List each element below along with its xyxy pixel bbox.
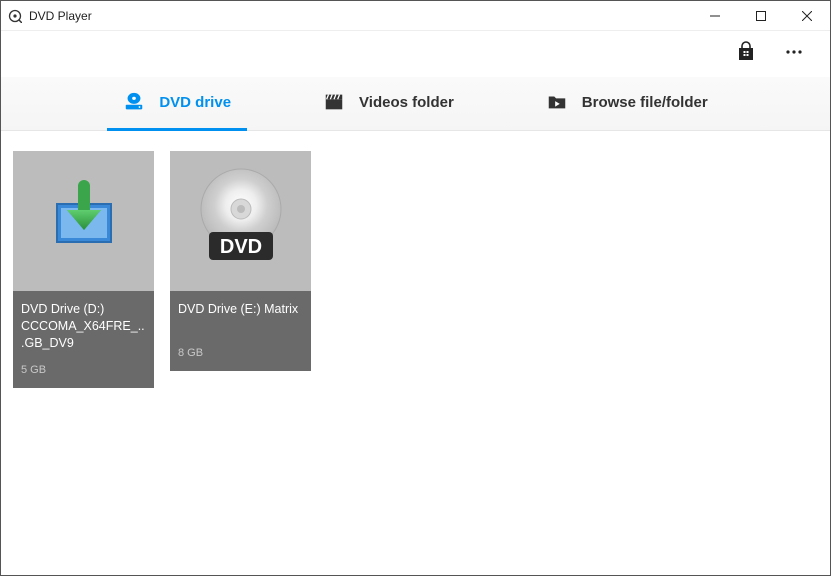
maximize-button[interactable] <box>738 1 784 31</box>
tab-videos-folder[interactable]: Videos folder <box>307 77 470 131</box>
drive-size: 8 GB <box>178 347 303 359</box>
tabs: DVD drive Videos folder Browse file/fold… <box>1 77 830 131</box>
drive-title: DVD Drive (E:) Matrix <box>178 301 303 335</box>
more-icon <box>784 42 804 67</box>
minimize-button[interactable] <box>692 1 738 31</box>
toolbar <box>1 31 830 77</box>
clapperboard-icon <box>323 91 345 113</box>
svg-text:DVD: DVD <box>219 236 261 258</box>
drive-info: DVD Drive (E:) Matrix 8 GB <box>170 291 311 371</box>
drive-thumbnail: DVD <box>170 151 311 291</box>
tab-browse[interactable]: Browse file/folder <box>530 77 724 131</box>
store-button[interactable] <box>726 34 766 74</box>
window-title: DVD Player <box>29 9 92 23</box>
drive-info: DVD Drive (D:) CCCOMA_X64FRE_...GB_DV9 5… <box>13 291 154 388</box>
tab-label: DVD drive <box>159 94 231 111</box>
drive-title: DVD Drive (D:) CCCOMA_X64FRE_...GB_DV9 <box>21 301 146 352</box>
tab-label: Videos folder <box>359 94 454 111</box>
tab-label: Browse file/folder <box>582 94 708 111</box>
more-button[interactable] <box>774 34 814 74</box>
dvd-drive-icon <box>123 91 145 113</box>
drive-thumbnail <box>13 151 154 291</box>
shopping-bag-icon <box>735 41 757 68</box>
folder-play-icon <box>546 91 568 113</box>
app-icon <box>7 8 23 24</box>
drive-card[interactable]: DVD DVD Drive (E:) Matrix 8 GB <box>170 151 311 371</box>
download-monitor-icon <box>39 174 129 269</box>
drive-size: 5 GB <box>21 364 146 376</box>
close-button[interactable] <box>784 1 830 31</box>
titlebar: DVD Player <box>1 1 830 31</box>
drive-card[interactable]: DVD Drive (D:) CCCOMA_X64FRE_...GB_DV9 5… <box>13 151 154 388</box>
dvd-disc-icon: DVD <box>191 164 291 279</box>
tab-dvd-drive[interactable]: DVD drive <box>107 77 247 131</box>
content: DVD Drive (D:) CCCOMA_X64FRE_...GB_DV9 5… <box>1 131 830 408</box>
